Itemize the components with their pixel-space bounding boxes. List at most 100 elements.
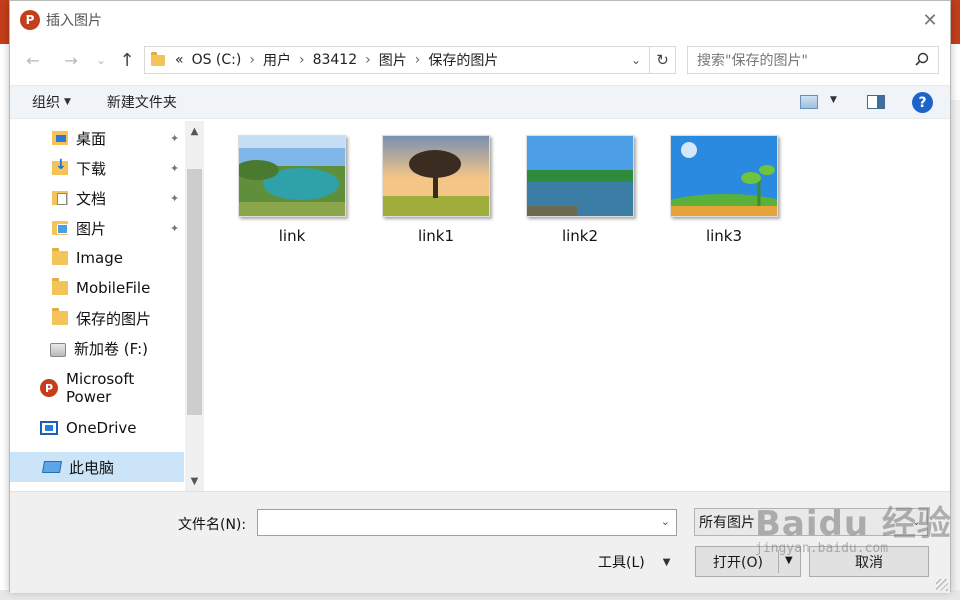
- powerpoint-icon: P: [20, 10, 40, 30]
- caret-down-icon: ▼: [64, 97, 71, 107]
- resize-grip-icon[interactable]: [936, 579, 948, 591]
- search-input[interactable]: 搜索"保存的图片": [687, 46, 939, 74]
- image-thumbnail: [382, 135, 490, 217]
- breadcrumb-overflow[interactable]: «: [175, 52, 184, 68]
- filename-label: 文件名(N):: [178, 517, 247, 533]
- sidebar-item-drive-f[interactable]: 新加卷 (F:): [10, 333, 184, 363]
- powerpoint-icon: P: [40, 379, 58, 397]
- documents-folder-icon: [52, 191, 68, 205]
- file-name: link1: [417, 227, 455, 245]
- sidebar-item-microsoft-powerpoint[interactable]: P Microsoft Power: [10, 370, 184, 406]
- chevron-down-icon[interactable]: ⌄: [661, 515, 670, 528]
- folder-icon: [52, 248, 68, 265]
- close-icon[interactable]: ✕: [916, 7, 944, 33]
- recent-locations-chevron-icon[interactable]: ⌄: [90, 49, 112, 71]
- insert-picture-dialog: P 插入图片 ✕ ← → ⌄ ↑ « OS (C:) › 用户 › 83412 …: [9, 0, 951, 593]
- file-tile[interactable]: link3: [664, 135, 784, 255]
- cancel-button[interactable]: 取消: [809, 546, 929, 577]
- search-icon[interactable]: [915, 52, 929, 66]
- refresh-icon[interactable]: ↻: [650, 46, 676, 74]
- sidebar-item-label: 桌面: [76, 129, 107, 148]
- back-arrow-icon[interactable]: ←: [22, 49, 44, 71]
- navigation-pane: 桌面 ✦ 下载 ✦ 文档 ✦ 图片 ✦ Image MobileFile 保: [10, 121, 204, 491]
- filename-field[interactable]: ⌄: [257, 509, 677, 536]
- image-thumbnail: [670, 135, 778, 217]
- sidebar-item-mobilefile[interactable]: MobileFile: [10, 273, 184, 303]
- caret-down-icon[interactable]: ▼: [785, 555, 793, 566]
- scrollbar-thumb[interactable]: [187, 169, 202, 415]
- open-button[interactable]: 打开(O) ▼: [695, 546, 801, 577]
- sidebar-item-downloads[interactable]: 下载 ✦: [10, 153, 184, 183]
- pc-icon: [41, 461, 63, 473]
- organize-button[interactable]: 组织 ▼: [32, 92, 71, 112]
- scroll-down-icon[interactable]: ▼: [185, 473, 204, 489]
- caret-down-icon[interactable]: ▼: [830, 95, 837, 105]
- forward-arrow-icon[interactable]: →: [60, 49, 82, 71]
- view-options-icon[interactable]: [800, 95, 818, 109]
- sidebar-item-label: 此电脑: [69, 458, 115, 477]
- sidebar-item-label: 保存的图片: [76, 309, 152, 328]
- tools-button[interactable]: 工具(L) ▼: [598, 552, 670, 572]
- pin-icon[interactable]: ✦: [170, 222, 179, 235]
- dialog-title: 插入图片: [46, 13, 102, 29]
- up-arrow-icon[interactable]: ↑: [116, 49, 138, 71]
- file-tile[interactable]: link1: [376, 135, 496, 255]
- file-type-value: 所有图片: [699, 515, 755, 531]
- file-name: link3: [705, 227, 743, 245]
- sidebar-item-label: Image: [76, 249, 123, 267]
- chevron-right-icon[interactable]: ›: [415, 52, 421, 68]
- chevron-right-icon[interactable]: ›: [365, 52, 371, 68]
- sidebar-item-documents[interactable]: 文档 ✦: [10, 183, 184, 213]
- search-placeholder: 搜索"保存的图片": [697, 53, 808, 69]
- sidebar-item-label: 下载: [76, 159, 107, 178]
- navigation-scrollbar[interactable]: ▲ ▼: [185, 121, 204, 491]
- sidebar-item-pictures[interactable]: 图片 ✦: [10, 213, 184, 243]
- tools-label: 工具(L): [598, 555, 645, 571]
- chevron-right-icon[interactable]: ›: [299, 52, 305, 68]
- pin-icon[interactable]: ✦: [170, 192, 179, 205]
- sidebar-item-image[interactable]: Image: [10, 243, 184, 273]
- breadcrumb-saved-pictures[interactable]: 保存的图片: [428, 50, 498, 70]
- download-folder-icon: [52, 157, 68, 175]
- preview-pane-icon[interactable]: [867, 95, 885, 109]
- scroll-up-icon[interactable]: ▲: [185, 123, 204, 139]
- sidebar-item-label: OneDrive: [66, 419, 137, 437]
- sidebar-item-label: 文档: [76, 189, 107, 208]
- file-tile[interactable]: link: [232, 135, 352, 255]
- bottom-panel: 文件名(N): ⌄ 所有图片 ⌄ 工具(L) ▼ 打开(O) ▼ 取消: [10, 491, 950, 593]
- folder-icon: [52, 278, 68, 295]
- file-type-select[interactable]: 所有图片 ⌄: [694, 508, 928, 536]
- help-icon[interactable]: ?: [912, 92, 933, 113]
- sidebar-item-label: MobileFile: [76, 279, 151, 297]
- new-folder-button[interactable]: 新建文件夹: [107, 92, 177, 112]
- chevron-down-icon[interactable]: ⌄: [912, 515, 921, 528]
- folder-icon: [52, 308, 68, 325]
- file-view: link link1 link2 link3: [206, 121, 950, 491]
- pin-icon[interactable]: ✦: [170, 132, 179, 145]
- sidebar-item-saved-pictures[interactable]: 保存的图片: [10, 303, 184, 333]
- chevron-right-icon[interactable]: ›: [249, 52, 255, 68]
- file-name: link: [278, 227, 306, 245]
- address-bar[interactable]: « OS (C:) › 用户 › 83412 › 图片 › 保存的图片 ⌄: [144, 46, 650, 74]
- sidebar-item-this-pc[interactable]: 此电脑: [10, 452, 184, 482]
- drive-icon: [50, 343, 66, 357]
- chevron-down-icon[interactable]: ⌄: [631, 53, 641, 67]
- file-tile[interactable]: link2: [520, 135, 640, 255]
- title-bar: P 插入图片 ✕: [10, 1, 950, 39]
- breadcrumb-pictures[interactable]: 图片: [379, 50, 407, 70]
- file-name: link2: [561, 227, 599, 245]
- address-row: ← → ⌄ ↑ « OS (C:) › 用户 › 83412 › 图片 › 保存…: [10, 41, 950, 79]
- image-thumbnail: [526, 135, 634, 217]
- pin-icon[interactable]: ✦: [170, 162, 179, 175]
- desktop-folder-icon: [52, 131, 68, 145]
- sidebar-item-onedrive[interactable]: OneDrive: [10, 413, 184, 443]
- open-label: 打开(O): [713, 554, 763, 571]
- breadcrumb-users[interactable]: 用户: [263, 50, 291, 70]
- command-toolbar: 组织 ▼ 新建文件夹 ▼ ?: [10, 85, 950, 119]
- sidebar-item-desktop[interactable]: 桌面 ✦: [10, 123, 184, 153]
- sidebar-item-label: 图片: [76, 219, 107, 238]
- breadcrumb-83412[interactable]: 83412: [313, 52, 358, 68]
- caret-down-icon: ▼: [662, 556, 671, 568]
- breadcrumb-os-c[interactable]: OS (C:): [192, 52, 242, 68]
- folder-icon: [151, 51, 165, 66]
